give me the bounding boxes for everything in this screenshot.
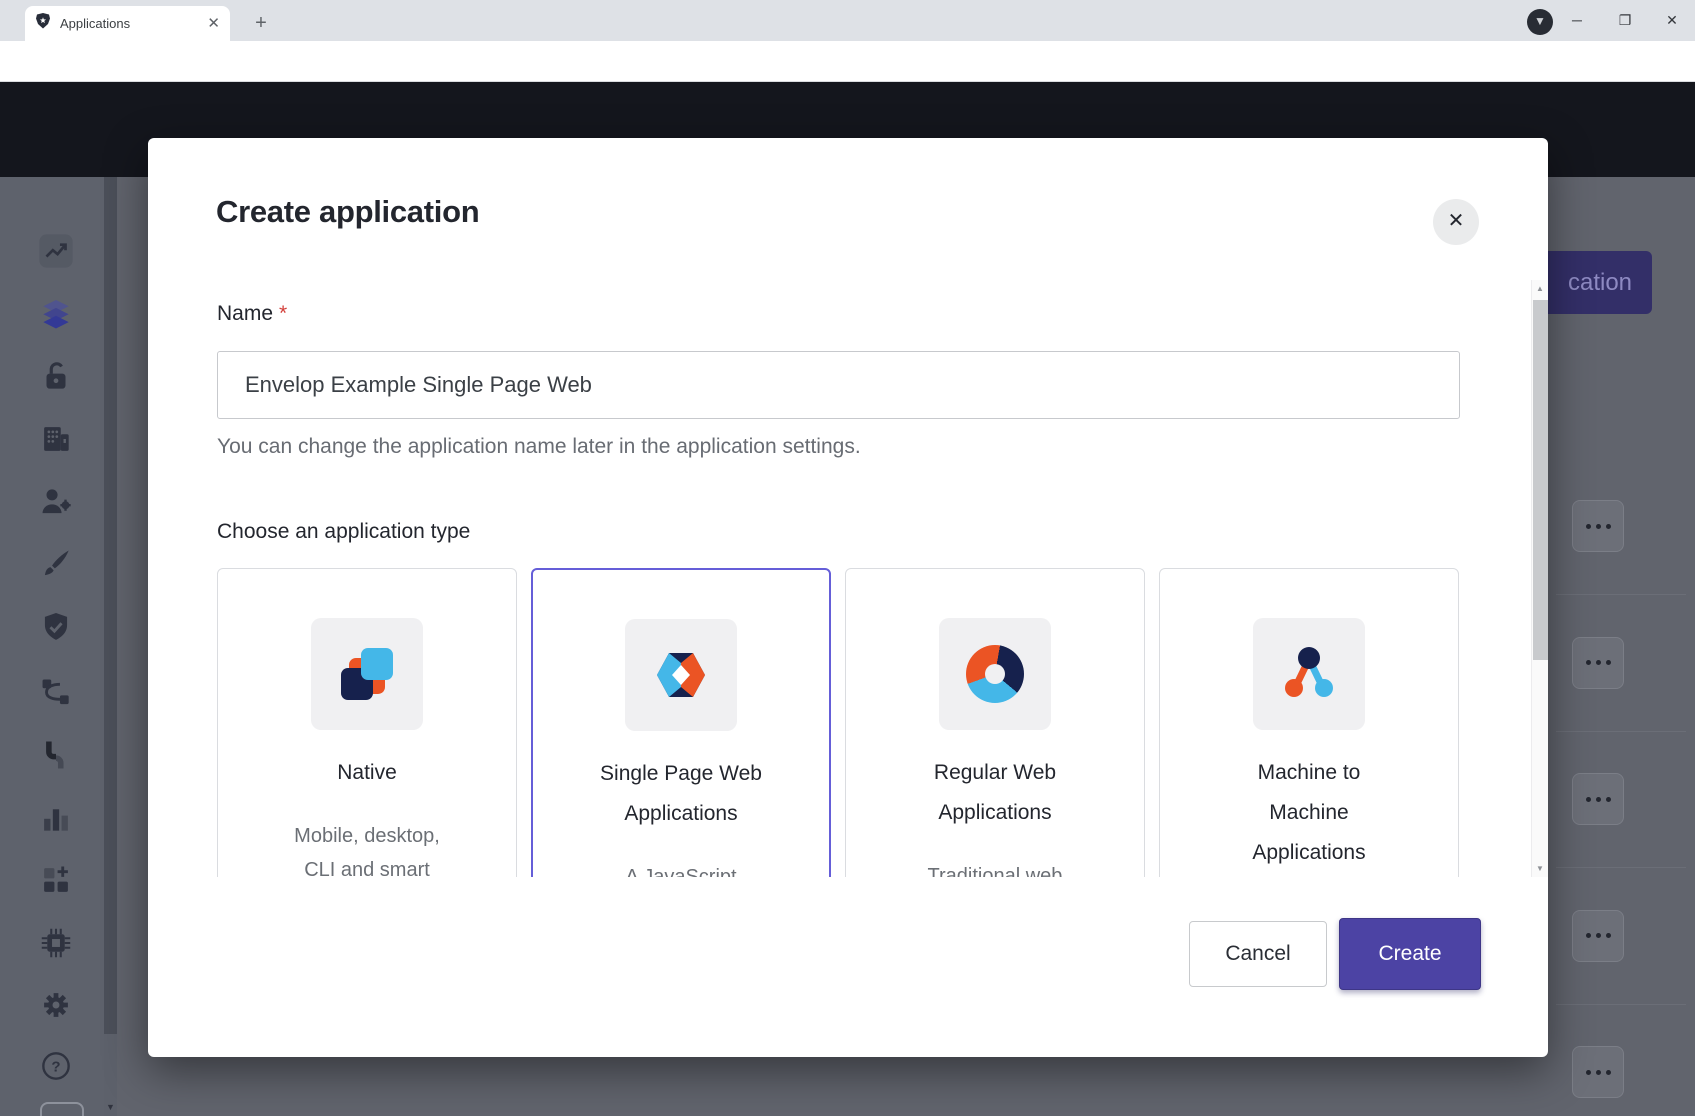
- tab-title: Applications: [60, 16, 207, 31]
- modal-scrollbar-up-icon[interactable]: ▲: [1532, 280, 1548, 297]
- sidebar-item-organizations[interactable]: [37, 420, 75, 458]
- application-type-title: Native: [218, 753, 516, 793]
- row-separator: [1556, 731, 1686, 732]
- application-name-input[interactable]: [217, 351, 1460, 419]
- row-menu-button[interactable]: [1572, 1046, 1624, 1098]
- svg-text:?: ?: [51, 1059, 60, 1076]
- application-type-cards: Native Mobile, desktop, CLI and smart Si…: [203, 568, 1531, 877]
- sidebar-item-partial[interactable]: [40, 1102, 84, 1116]
- create-application-button-partial[interactable]: cation: [1548, 251, 1652, 314]
- new-tab-button[interactable]: +: [248, 11, 274, 37]
- row-separator: [1556, 867, 1686, 868]
- sidebar-scrollbar[interactable]: ▼: [104, 177, 117, 1116]
- sidebar-item-authentication[interactable]: [37, 357, 75, 395]
- create-button[interactable]: Create: [1339, 918, 1481, 990]
- modal-scrollbar-down-icon[interactable]: ▼: [1532, 860, 1548, 877]
- sidebar-item-help[interactable]: ?: [37, 1047, 75, 1085]
- row-menu-button[interactable]: [1572, 773, 1624, 825]
- window-minimize-button[interactable]: ─: [1554, 0, 1600, 40]
- name-help-text: You can change the application name late…: [217, 435, 861, 459]
- sidebar-item-user-management[interactable]: [37, 483, 75, 521]
- application-type-description: A JavaScript: [533, 860, 829, 877]
- application-type-card-spa[interactable]: Single Page Web Applications A JavaScrip…: [531, 568, 831, 877]
- window-close-button[interactable]: ✕: [1649, 0, 1695, 40]
- sidebar-item-security[interactable]: [37, 609, 75, 647]
- modal-title: Create application: [216, 194, 479, 230]
- tab-search-icon[interactable]: ▼: [1527, 9, 1553, 35]
- application-type-title: Regular Web Applications: [846, 753, 1144, 833]
- name-label: Name*: [217, 302, 287, 326]
- row-menu-button[interactable]: [1572, 637, 1624, 689]
- application-type-description: Traditional web: [846, 859, 1144, 877]
- sidebar-item-extensions[interactable]: [37, 924, 75, 962]
- application-type-title: Single Page Web Applications: [533, 754, 829, 834]
- application-type-icon: [939, 618, 1051, 730]
- auth0-favicon-icon: [35, 13, 51, 34]
- application-type-title: Machine to Machine Applications: [1160, 753, 1458, 873]
- screen: Applications ✕ + ▼ ─ ❐ ✕ manage.auth0.co…: [0, 0, 1695, 1116]
- application-type-icon: [1253, 618, 1365, 730]
- sidebar-item-marketplace[interactable]: [37, 861, 75, 899]
- application-type-section-label: Choose an application type: [217, 520, 470, 544]
- application-type-description: Mobile, desktop, CLI and smart: [218, 819, 516, 877]
- sidebar-item-applications[interactable]: [37, 296, 75, 334]
- sidebar-scrollbar-thumb[interactable]: [104, 177, 117, 1034]
- modal-close-icon[interactable]: ✕: [1433, 199, 1479, 245]
- row-menu-button[interactable]: [1572, 500, 1624, 552]
- browser-toolbar: manage.auth0.com/dashboard/eu/dream-watc…: [0, 41, 1695, 82]
- sidebar-nav: ?: [0, 177, 104, 1116]
- row-menu-button[interactable]: [1572, 910, 1624, 962]
- application-type-card-regular-web[interactable]: Regular Web Applications Traditional web: [845, 568, 1145, 877]
- browser-tab[interactable]: Applications ✕: [25, 6, 230, 41]
- required-asterisk: *: [279, 302, 287, 325]
- sidebar-item-branding[interactable]: [37, 545, 75, 583]
- tab-close-icon[interactable]: ✕: [207, 16, 220, 31]
- row-separator: [1556, 1004, 1686, 1005]
- sidebar-item-activity[interactable]: [37, 232, 75, 270]
- sidebar-item-monitoring[interactable]: [37, 799, 75, 837]
- application-type-icon: [311, 618, 423, 730]
- cancel-button[interactable]: Cancel: [1189, 921, 1327, 987]
- modal-scrollbar[interactable]: ▲ ▼: [1531, 280, 1548, 877]
- row-separator: [1556, 594, 1686, 595]
- browser-tab-bar: Applications ✕ + ▼ ─ ❐ ✕: [0, 0, 1695, 41]
- application-type-card-native[interactable]: Native Mobile, desktop, CLI and smart: [217, 568, 517, 877]
- application-type-card-m2m[interactable]: Machine to Machine Applications: [1159, 568, 1459, 877]
- application-type-icon: [625, 619, 737, 731]
- sidebar-item-actions[interactable]: [37, 674, 75, 712]
- create-application-modal: Create application ✕ Name* You can chang…: [148, 138, 1548, 1057]
- sidebar-item-settings[interactable]: [37, 986, 75, 1024]
- window-maximize-button[interactable]: ❐: [1602, 0, 1648, 40]
- modal-scrollbar-thumb[interactable]: [1533, 300, 1548, 660]
- sidebar-scrollbar-down-icon[interactable]: ▼: [104, 1099, 117, 1116]
- sidebar-item-auth-pipeline[interactable]: [37, 736, 75, 774]
